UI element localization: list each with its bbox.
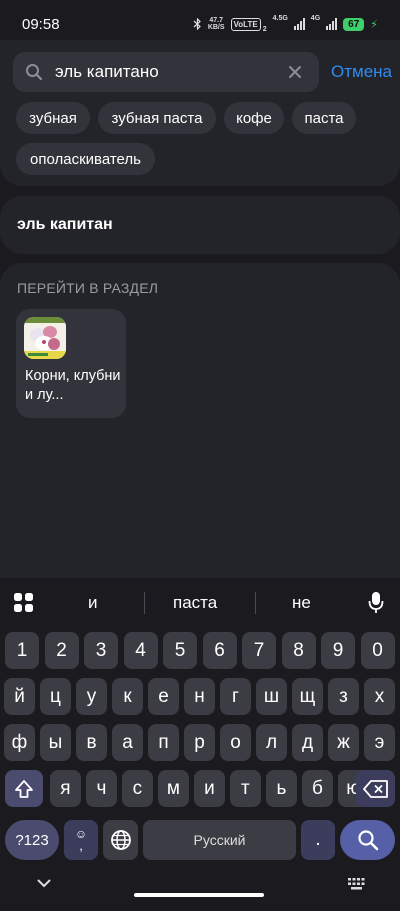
category-card[interactable]: Корни, клубни и лу...: [16, 309, 126, 418]
key[interactable]: у: [76, 678, 107, 715]
chip-suggestion[interactable]: паста: [292, 102, 356, 134]
navigation-bar: [0, 865, 400, 911]
comma-label: ,: [79, 838, 83, 853]
charging-icon: ⚡: [370, 18, 378, 31]
backspace-icon: [362, 779, 388, 798]
key[interactable]: 2: [44, 632, 79, 669]
key[interactable]: и: [194, 770, 225, 807]
key[interactable]: р: [184, 724, 215, 761]
speed-unit: KB/S: [207, 24, 225, 31]
globe-icon: [110, 830, 131, 850]
keyboard-suggestion[interactable]: и: [88, 593, 98, 613]
search-suggestion-row[interactable]: эль капитан: [0, 196, 400, 254]
key[interactable]: о: [220, 724, 251, 761]
signal-icon-2: [326, 18, 338, 30]
key[interactable]: ф: [4, 724, 35, 761]
key[interactable]: к: [112, 678, 143, 715]
key[interactable]: ш: [256, 678, 287, 715]
key[interactable]: в: [76, 724, 107, 761]
key[interactable]: щ: [292, 678, 323, 715]
key[interactable]: 6: [202, 632, 237, 669]
key[interactable]: ь: [266, 770, 297, 807]
key[interactable]: п: [148, 724, 179, 761]
key[interactable]: л: [256, 724, 287, 761]
search-suggestion-text: эль капитан: [17, 216, 113, 233]
volte-badge: VoLTE: [230, 17, 261, 31]
key[interactable]: э: [364, 724, 395, 761]
volte-sub: 2: [262, 26, 267, 33]
backspace-key[interactable]: [356, 770, 395, 807]
battery-indicator: 67: [343, 17, 365, 31]
key[interactable]: й: [4, 678, 35, 715]
category-label: Корни, клубни и лу...: [25, 368, 121, 403]
key[interactable]: с: [122, 770, 153, 807]
key[interactable]: т: [230, 770, 261, 807]
key[interactable]: 7: [242, 632, 276, 669]
bluetooth-icon: [193, 18, 201, 30]
suggestion-divider: [144, 592, 145, 614]
status-time: 09:58: [22, 15, 60, 33]
category-thumbnail: [24, 317, 66, 359]
cancel-button[interactable]: Отмена: [331, 62, 392, 82]
language-key[interactable]: [103, 820, 138, 860]
search-action-key[interactable]: [340, 820, 395, 860]
chip-suggestion[interactable]: зубная паста: [98, 102, 216, 134]
clear-icon[interactable]: [285, 62, 305, 82]
apps-grid-icon[interactable]: [13, 592, 34, 613]
category-image-icon: [24, 317, 66, 359]
keyboard-suggestion[interactable]: паста: [173, 593, 217, 613]
symbols-key[interactable]: ?123: [5, 820, 59, 860]
key[interactable]: 9: [321, 632, 355, 669]
keyboard-suggestion-bar: и паста не: [0, 578, 400, 628]
signal-icon-1: [293, 18, 305, 30]
key[interactable]: м: [158, 770, 189, 807]
search-input[interactable]: эль капитано: [13, 52, 319, 92]
key[interactable]: ц: [40, 678, 71, 715]
speed-value: 47.7: [209, 17, 223, 24]
key[interactable]: е: [148, 678, 179, 715]
search-panel: эль капитано Отмена зубная зубная паста …: [0, 40, 400, 186]
key[interactable]: н: [184, 678, 215, 715]
key[interactable]: д: [292, 724, 323, 761]
status-icons: 47.7 KB/S VoLTE 2 4.5G 4G 67 ⚡: [193, 15, 378, 33]
key[interactable]: г: [220, 678, 251, 715]
key[interactable]: 5: [163, 632, 197, 669]
key[interactable]: 3: [84, 632, 118, 669]
hide-keyboard-icon[interactable]: [37, 879, 51, 888]
search-icon: [26, 64, 43, 81]
shift-icon: [15, 779, 33, 798]
chip-suggestion[interactable]: зубная: [16, 102, 90, 134]
chip-suggestion[interactable]: кофе: [224, 102, 284, 134]
section-title: ПЕРЕЙТИ В РАЗДЕЛ: [17, 280, 159, 296]
search-icon: [357, 830, 378, 851]
key[interactable]: я: [50, 770, 81, 807]
chip-suggestion[interactable]: ополаскиватель: [16, 143, 155, 175]
space-key[interactable]: Русский: [143, 820, 296, 860]
shift-key[interactable]: [5, 770, 43, 807]
key[interactable]: з: [328, 678, 359, 715]
key[interactable]: х: [364, 678, 395, 715]
keyboard-switch-icon[interactable]: [348, 878, 365, 890]
network-type-1: 4.5G: [272, 15, 288, 22]
key[interactable]: 1: [5, 632, 39, 669]
key[interactable]: б: [302, 770, 333, 807]
keyboard-suggestion[interactable]: не: [292, 593, 311, 613]
emoji-comma-key[interactable]: ☺ ,: [64, 820, 98, 860]
period-key[interactable]: .: [301, 820, 335, 860]
search-query[interactable]: эль капитано: [55, 62, 159, 82]
microphone-icon[interactable]: [368, 591, 384, 615]
key[interactable]: ж: [328, 724, 359, 761]
key[interactable]: ч: [86, 770, 117, 807]
suggestion-divider: [255, 592, 256, 614]
key[interactable]: 0: [360, 632, 395, 669]
home-handle[interactable]: [134, 893, 264, 897]
network-type-2: 4G: [310, 15, 321, 22]
key[interactable]: 8: [281, 632, 316, 669]
network-speed: 47.7 KB/S: [208, 17, 225, 31]
key[interactable]: а: [112, 724, 143, 761]
key[interactable]: ы: [40, 724, 71, 761]
go-to-section-panel: ПЕРЕЙТИ В РАЗДЕЛ Корни, клубни и лу...: [0, 263, 400, 593]
key[interactable]: 4: [123, 632, 158, 669]
on-screen-keyboard: и паста не 1234567890 йцукенгшщзх фывапрол…: [0, 578, 400, 911]
